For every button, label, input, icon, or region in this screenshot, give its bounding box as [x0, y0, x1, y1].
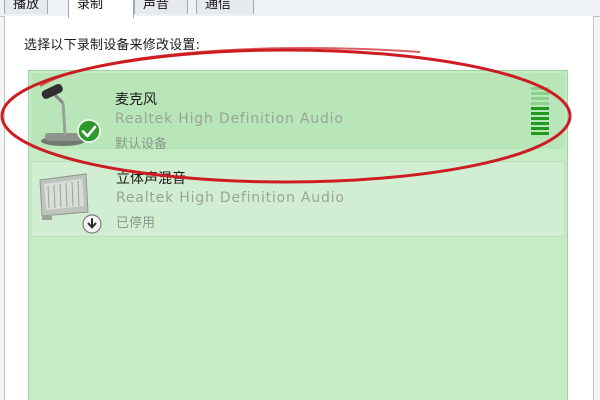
device-item-stereo-mix[interactable]: 立体声混音 Realtek High Definition Audio 已停用	[31, 161, 565, 237]
level-meter-segment	[531, 107, 549, 110]
recording-tab-window: 播放 录制 声音 通信 选择以下录制设备来修改设置: 麦克风 Realtek H…	[0, 0, 600, 400]
device-item-microphone[interactable]: 麦克风 Realtek High Definition Audio 默认设备	[31, 73, 565, 152]
level-meter-segment	[531, 127, 549, 130]
level-meter-segment	[531, 102, 549, 105]
tab-recording[interactable]: 录制	[68, 0, 134, 18]
tab-strip: 播放 录制 声音 通信	[0, 0, 600, 18]
level-meter-segment	[531, 92, 549, 95]
recording-device-list[interactable]: 麦克风 Realtek High Definition Audio 默认设备 立…	[28, 70, 568, 400]
disabled-arrow-icon	[82, 214, 102, 234]
tab-sounds[interactable]: 声音	[134, 0, 188, 14]
default-checkmark-icon	[77, 119, 101, 143]
tab-playback[interactable]: 播放	[4, 0, 48, 14]
device-status: 已停用	[116, 216, 156, 231]
device-driver: Realtek High Definition Audio	[115, 111, 344, 127]
tab-communications[interactable]: 通信	[196, 0, 254, 14]
device-driver: Realtek High Definition Audio	[116, 190, 345, 206]
level-meter-segment	[531, 132, 549, 135]
level-meter-segment	[531, 117, 549, 120]
level-meter-segment	[531, 87, 549, 90]
level-meter-segment	[531, 112, 549, 115]
input-level-meter	[531, 87, 549, 135]
level-meter-segment	[531, 97, 549, 100]
device-status: 默认设备	[115, 137, 168, 152]
instruction-text: 选择以下录制设备来修改设置:	[24, 38, 201, 53]
level-meter-segment	[531, 122, 549, 125]
device-name: 麦克风	[115, 92, 157, 108]
device-name: 立体声混音	[116, 171, 186, 187]
